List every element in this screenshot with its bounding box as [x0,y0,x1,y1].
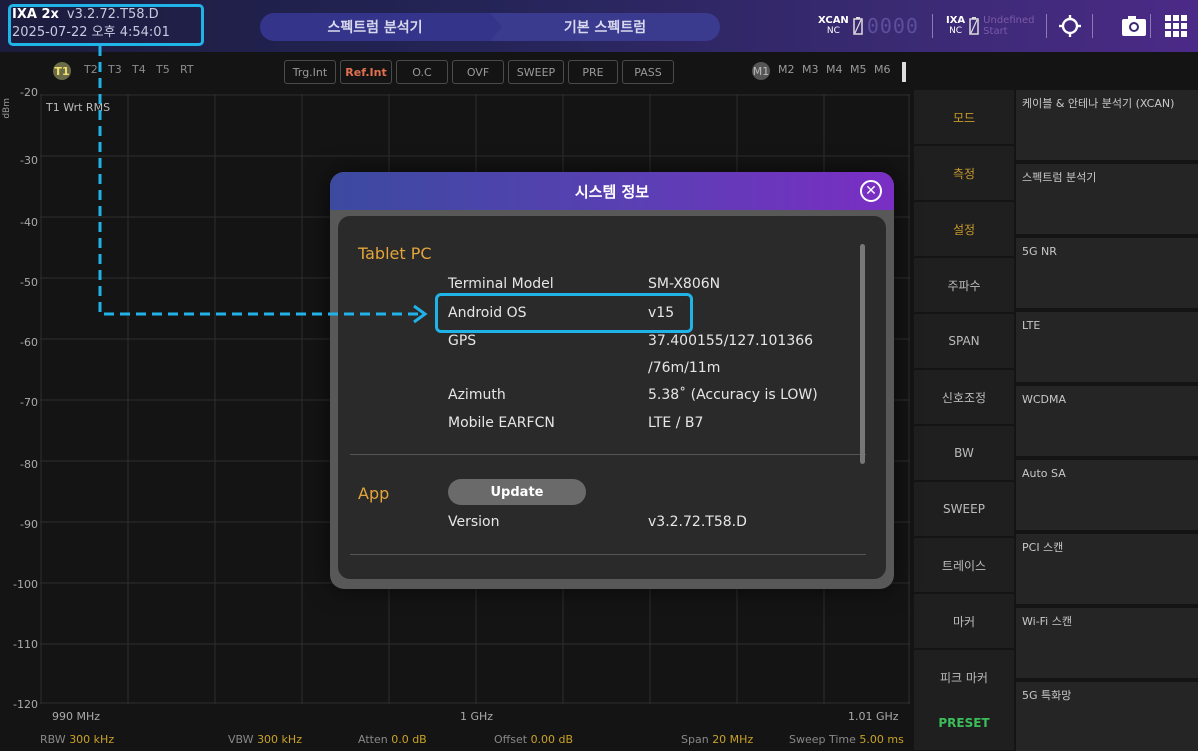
annotation-arrow [98,46,428,324]
